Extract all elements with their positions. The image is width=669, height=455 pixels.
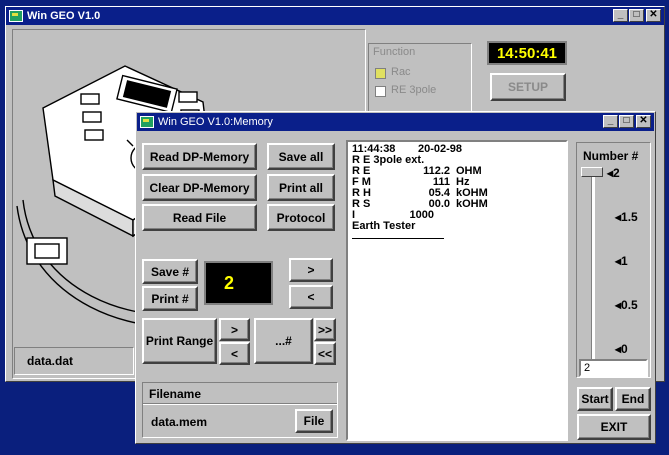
print-number-button[interactable]: Print # [142, 286, 198, 311]
slider-tick-label: ◂1.5 [615, 210, 638, 224]
function-rac-checkbox[interactable] [375, 68, 386, 79]
memory-close-icon[interactable]: ✕ [636, 115, 651, 128]
range-first-button[interactable]: << [314, 342, 336, 365]
file-button[interactable]: File [295, 409, 333, 433]
read-file-button[interactable]: Read File [142, 204, 257, 231]
slider-tick-label: ◂0 [615, 342, 628, 356]
slider-tick-label: ◂1 [615, 254, 628, 268]
report-row-unit: kOHM [456, 198, 488, 210]
print-range-button[interactable]: Print Range [142, 318, 217, 364]
data-file-field[interactable]: data.dat [14, 347, 134, 375]
clear-dp-memory-button[interactable]: Clear DP-Memory [142, 174, 257, 201]
memory-window: Win GEO V1.0:Memory _ □ ✕ Read DP-Memory… [135, 111, 656, 444]
next-record-button[interactable]: > [289, 258, 333, 282]
report-footer: Earth Tester [352, 220, 416, 232]
main-title-bar[interactable]: Win GEO V1.0 _ □ ✕ [6, 7, 664, 25]
number-slider-panel: Number # ◂2 ◂1.5 ◂1 ◂0.5 ◂0 [576, 142, 651, 378]
range-prev-button[interactable]: < [219, 342, 250, 365]
range-next-button[interactable]: > [219, 318, 250, 341]
number-input[interactable] [579, 359, 648, 377]
save-all-button[interactable]: Save all [267, 143, 335, 170]
memory-window-title: Win GEO V1.0:Memory [158, 116, 273, 128]
function-group: Function Rac RE 3pole [368, 43, 472, 113]
setup-button[interactable]: SETUP [490, 73, 566, 101]
filename-group: Filename data.mem File [142, 382, 338, 438]
clock-display: 14:50:41 [487, 41, 567, 65]
slider-tick-label: ◂0.5 [615, 298, 638, 312]
memory-minimize-icon[interactable]: _ [603, 115, 618, 128]
function-option-rac: Rac [391, 66, 411, 78]
start-button[interactable]: Start [577, 387, 613, 411]
memory-maximize-icon[interactable]: □ [619, 115, 634, 128]
number-slider-label: Number # [583, 149, 639, 163]
print-all-button[interactable]: Print all [267, 174, 335, 201]
report-divider [352, 238, 444, 239]
filename-label: Filename [149, 387, 202, 401]
range-last-button[interactable]: >> [314, 318, 336, 341]
slider-thumb[interactable] [581, 167, 603, 177]
read-dp-memory-button[interactable]: Read DP-Memory [142, 143, 257, 170]
prev-record-button[interactable]: < [289, 285, 333, 309]
report-date: 20-02-98 [418, 143, 463, 155]
slider-track[interactable] [591, 169, 595, 359]
function-option-re3pole: RE 3pole [391, 84, 437, 96]
exit-button[interactable]: EXIT [577, 414, 651, 440]
minimize-icon[interactable]: _ [613, 9, 628, 22]
range-number-button[interactable]: ...# [254, 318, 313, 364]
function-group-label: Function [373, 46, 416, 58]
filename-value: data.mem [151, 415, 208, 429]
protocol-button[interactable]: Protocol [267, 204, 335, 231]
report-row-label: R S [352, 198, 371, 210]
slider-tick-label: ◂2 [607, 166, 620, 180]
end-button[interactable]: End [615, 387, 651, 411]
report-text-area[interactable]: 11:44:38 20-02-98 R E 3pole ext. R E 112… [346, 140, 568, 441]
app-icon [9, 10, 23, 22]
data-file-label: data.dat [27, 354, 74, 368]
report-row: R S 00.0 kOHM [352, 199, 562, 210]
main-window-title: Win GEO V1.0 [27, 10, 101, 22]
maximize-icon[interactable]: □ [629, 9, 644, 22]
memory-title-bar[interactable]: Win GEO V1.0:Memory _ □ ✕ [137, 113, 654, 131]
save-number-button[interactable]: Save # [142, 259, 198, 284]
memory-app-icon [140, 116, 154, 128]
record-number-display: 2 [204, 261, 273, 305]
close-icon[interactable]: ✕ [646, 9, 661, 22]
function-re3pole-radio[interactable] [375, 86, 386, 97]
